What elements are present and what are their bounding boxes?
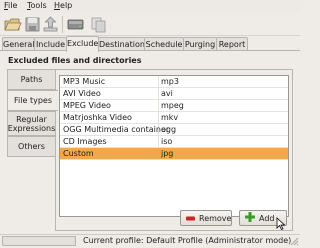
tab-report[interactable]: Report bbox=[216, 37, 248, 51]
file-type-extension: iso bbox=[161, 137, 173, 146]
menu-help[interactable]: Help bbox=[54, 1, 72, 10]
mouse-cursor-icon bbox=[276, 217, 286, 232]
tab-include[interactable]: Include bbox=[34, 37, 67, 51]
tab-general[interactable]: General bbox=[2, 37, 35, 51]
hard-drive-icon[interactable] bbox=[66, 15, 85, 34]
exclude-panel: Excluded files and directories Paths Fil… bbox=[0, 50, 300, 234]
menu-file[interactable]: File bbox=[4, 1, 17, 10]
file-type-name: MP3 Music bbox=[63, 77, 106, 86]
file-type-name: Custom bbox=[63, 149, 94, 158]
file-type-name: CD Images bbox=[63, 137, 107, 146]
status-bar: Current profile: Default Profile (Admini… bbox=[0, 234, 300, 246]
menu-bar: File Tools Help bbox=[0, 0, 300, 13]
file-type-name: MPEG Video bbox=[63, 101, 111, 110]
file-types-list[interactable]: MP3 Music mp3 AVI Video avi MPEG Video m… bbox=[59, 75, 289, 217]
list-item[interactable]: CD Images iso bbox=[60, 136, 288, 148]
remove-button[interactable]: Remove bbox=[180, 210, 232, 226]
file-type-extension: ogg bbox=[161, 125, 177, 134]
menu-tools[interactable]: Tools bbox=[27, 1, 47, 10]
file-type-extension: jpg bbox=[161, 149, 174, 158]
tab-exclude[interactable]: Exclude bbox=[66, 36, 99, 52]
tab-destination[interactable]: Destination bbox=[98, 37, 145, 51]
list-item[interactable]: Matrjoshka Video mkv bbox=[60, 112, 288, 124]
side-tab-others[interactable]: Others bbox=[7, 136, 56, 157]
file-type-name: AVI Video bbox=[63, 89, 101, 98]
add-icon bbox=[245, 212, 255, 224]
file-type-extension: mpeg bbox=[161, 101, 184, 110]
copy-icon[interactable] bbox=[89, 15, 108, 34]
remove-button-label: Remove bbox=[199, 213, 232, 223]
list-item[interactable]: MPEG Video mpeg bbox=[60, 100, 288, 112]
side-tab-regular-expressions[interactable]: Regular Expressions bbox=[7, 111, 56, 136]
add-button-label: Add bbox=[259, 213, 275, 223]
toolbar bbox=[0, 13, 300, 36]
side-tab-file-types[interactable]: File types bbox=[7, 90, 58, 111]
list-item[interactable]: MP3 Music mp3 bbox=[60, 76, 288, 88]
tab-purging[interactable]: Purging bbox=[183, 37, 217, 51]
side-tab-paths[interactable]: Paths bbox=[7, 69, 56, 90]
list-item-selected[interactable]: Custom jpg bbox=[60, 148, 288, 160]
toolbar-separator bbox=[62, 16, 63, 33]
file-types-frame: MP3 Music mp3 AVI Video avi MPEG Video m… bbox=[55, 69, 293, 231]
file-type-name: Matrjoshka Video bbox=[63, 113, 132, 122]
resize-grip-icon[interactable] bbox=[289, 236, 299, 246]
file-type-extension: mp3 bbox=[161, 77, 179, 86]
file-type-name: OGG Multimedia container bbox=[63, 125, 170, 134]
status-text: Current profile: Default Profile (Admini… bbox=[83, 236, 292, 245]
file-type-extension: mkv bbox=[161, 113, 179, 122]
list-item[interactable]: AVI Video avi bbox=[60, 88, 288, 100]
save-icon[interactable] bbox=[23, 15, 42, 34]
tab-bar: General Include Exclude Destination Sche… bbox=[0, 36, 300, 52]
status-progress bbox=[2, 236, 76, 246]
tab-schedule[interactable]: Schedule bbox=[144, 37, 184, 51]
list-item[interactable]: OGG Multimedia container ogg bbox=[60, 124, 288, 136]
section-title: Excluded files and directories bbox=[8, 56, 142, 65]
file-type-extension: avi bbox=[161, 89, 173, 98]
backup-icon[interactable] bbox=[41, 15, 60, 34]
folder-open-icon[interactable] bbox=[3, 15, 22, 34]
remove-icon bbox=[186, 214, 195, 223]
